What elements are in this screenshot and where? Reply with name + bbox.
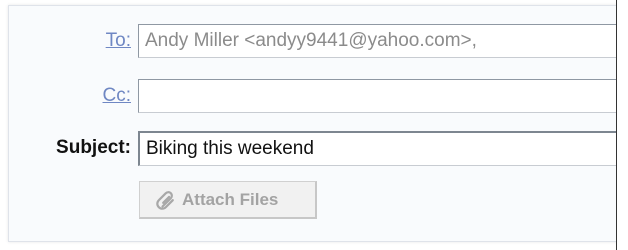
to-field[interactable]: Andy Miller <andyy9441@yahoo.com>, <box>138 24 618 58</box>
to-link[interactable]: To: <box>106 30 131 52</box>
paperclip-icon <box>156 191 174 210</box>
compose-header-panel: To: Andy Miller <andyy9441@yahoo.com>, C… <box>8 5 620 242</box>
subject-label: Subject: <box>56 137 131 158</box>
to-row: To: Andy Miller <andyy9441@yahoo.com>, <box>9 24 619 60</box>
subject-field[interactable]: Biking this weekend <box>138 131 618 166</box>
cc-field[interactable] <box>138 79 618 113</box>
subject-row: Subject: Biking this weekend <box>9 131 619 167</box>
cc-row: Cc: <box>9 79 619 115</box>
cc-link[interactable]: Cc: <box>103 85 132 107</box>
attach-files-label: Attach Files <box>182 190 279 209</box>
attach-files-button[interactable]: Attach Files <box>139 181 317 219</box>
right-window-edge <box>616 0 628 250</box>
